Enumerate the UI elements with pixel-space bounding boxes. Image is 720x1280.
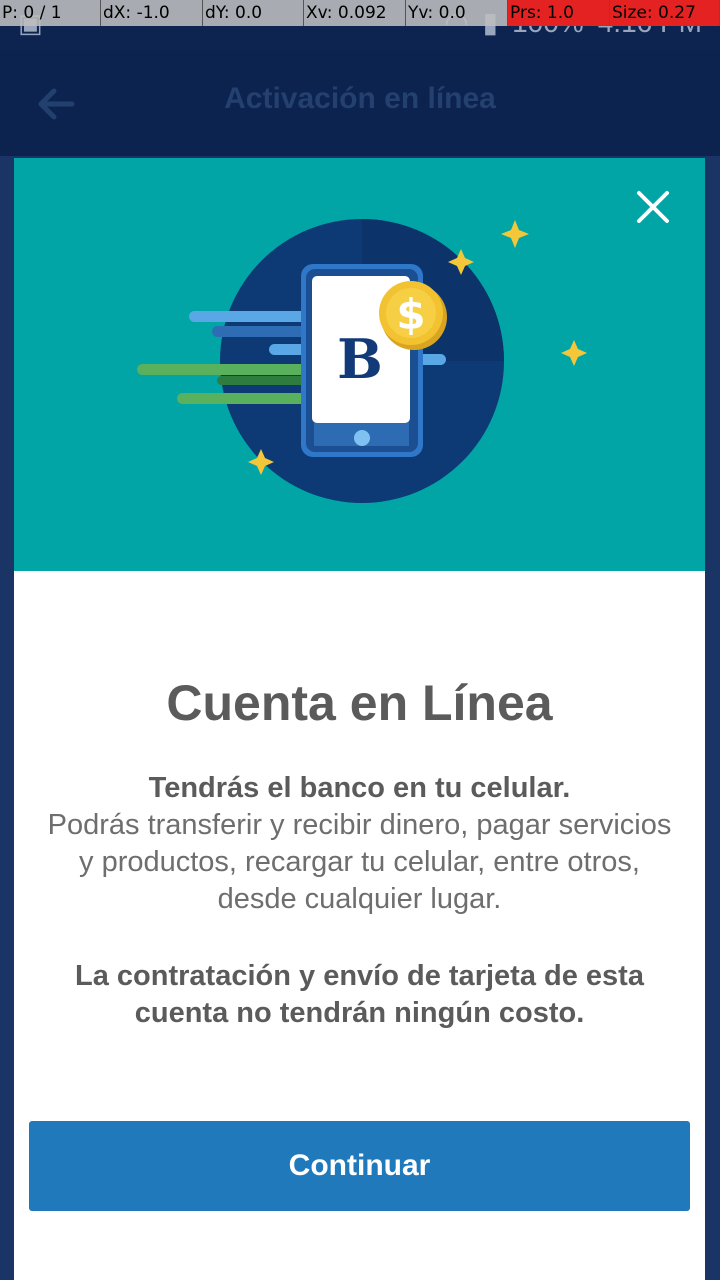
debug-yv: Yv: 0.0 — [406, 0, 508, 26]
sparkle-icon — [501, 220, 529, 248]
app-bar: Activación en línea — [0, 50, 720, 156]
description-body: Podrás transferir y recibir dinero, paga… — [47, 809, 672, 915]
debug-dx: dX: -1.0 — [101, 0, 203, 26]
dialog-title: Cuenta en Línea — [166, 675, 553, 731]
debug-dy: dY: 0.0 — [203, 0, 304, 26]
bank-logo-icon: B — [337, 327, 383, 391]
page-title: Activación en línea — [224, 82, 496, 115]
dialog-description: Tendrás el banco en tu celular. Podrás t… — [44, 770, 675, 918]
close-icon[interactable] — [632, 186, 674, 228]
account-info-dialog: B $ Cuenta en Línea Tendrás el banco en … — [14, 158, 705, 1280]
phone-banking-illustration: B $ — [137, 219, 587, 503]
debug-pressure: Prs: 1.0 — [508, 0, 610, 26]
description-lead: Tendrás el banco en tu celular. — [148, 772, 571, 804]
cost-note: La contratación y envío de tarjeta de es… — [75, 960, 644, 1029]
hero-banner: B $ — [14, 158, 705, 571]
speed-line — [189, 311, 309, 322]
debug-size: Size: 0.27 — [610, 0, 720, 26]
debug-xv: Xv: 0.092 — [304, 0, 406, 26]
dollar-sign: $ — [396, 290, 425, 339]
pointer-debug-overlay: P: 0 / 1 dX: -1.0 dY: 0.0 Xv: 0.092 Yv: … — [0, 0, 720, 26]
debug-pointer-count: P: 0 / 1 — [0, 0, 101, 26]
continue-button[interactable]: Continuar — [29, 1121, 690, 1211]
